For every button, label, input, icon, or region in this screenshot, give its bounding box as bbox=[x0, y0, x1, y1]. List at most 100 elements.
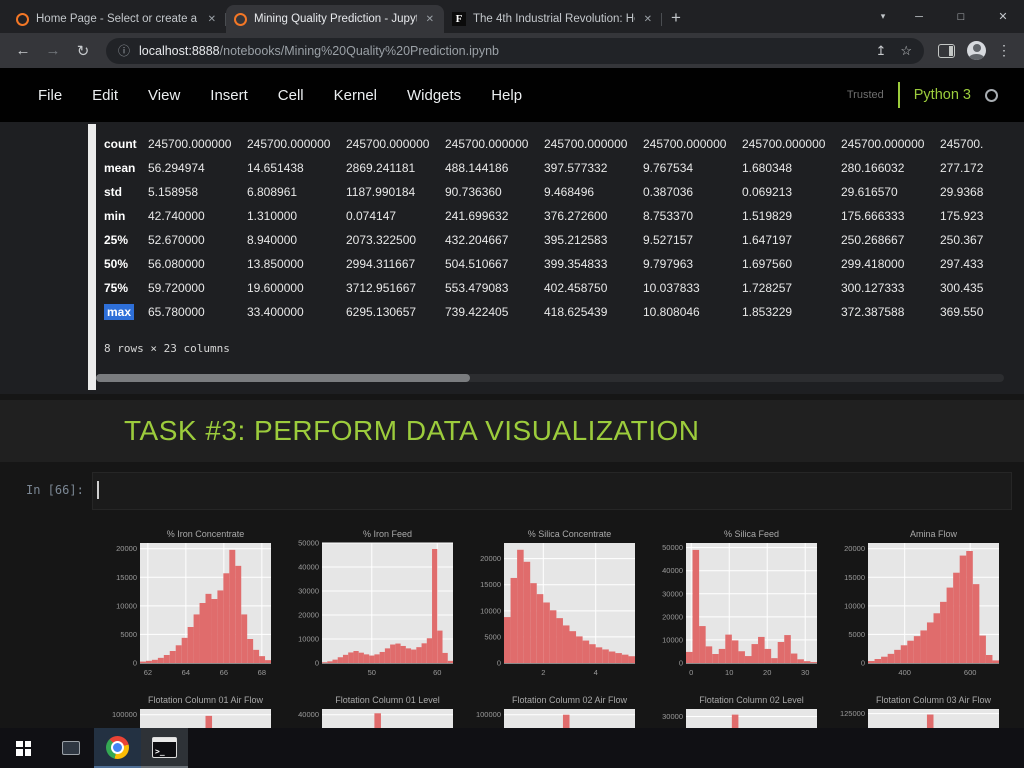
kernel-idle-icon bbox=[985, 89, 998, 102]
table-cell: 418.625439 bbox=[544, 305, 643, 319]
svg-text:100000: 100000 bbox=[476, 710, 501, 719]
table-cell: 59.720000 bbox=[148, 281, 247, 295]
menu-file[interactable]: File bbox=[38, 87, 62, 104]
table-cell: 395.212583 bbox=[544, 233, 643, 247]
table-cell: 3712.951667 bbox=[346, 281, 445, 295]
menu-widgets[interactable]: Widgets bbox=[407, 87, 461, 104]
profile-avatar[interactable] bbox=[967, 41, 986, 60]
table-cell: 250.367 bbox=[940, 233, 1024, 247]
svg-text:4: 4 bbox=[594, 668, 598, 677]
table-cell: 504.510667 bbox=[445, 257, 544, 271]
table-cell: 245700.000000 bbox=[346, 137, 445, 151]
menu-insert[interactable]: Insert bbox=[210, 87, 248, 104]
window-close-button[interactable]: ✕ bbox=[982, 0, 1024, 33]
histogram-subplot: Flotation Column 02 Level010000200003000… bbox=[646, 694, 828, 728]
code-editor[interactable] bbox=[92, 472, 1012, 510]
side-panel-icon[interactable] bbox=[938, 44, 955, 58]
svg-text:0: 0 bbox=[315, 659, 319, 668]
table-cell: 1.647197 bbox=[742, 233, 841, 247]
table-cell: 2073.322500 bbox=[346, 233, 445, 247]
table-cell: 250.268667 bbox=[841, 233, 940, 247]
table-cell: 376.272600 bbox=[544, 209, 643, 223]
svg-text:% Silica Feed: % Silica Feed bbox=[724, 529, 779, 539]
forbes-favicon-icon: F bbox=[452, 12, 466, 26]
chrome-icon bbox=[106, 736, 129, 759]
taskbar-chrome-button[interactable] bbox=[94, 728, 141, 768]
svg-text:20000: 20000 bbox=[480, 554, 501, 563]
menu-kernel[interactable]: Kernel bbox=[334, 87, 377, 104]
menu-view[interactable]: View bbox=[148, 87, 180, 104]
markdown-cell[interactable]: TASK #3: PERFORM DATA VISUALIZATION bbox=[0, 400, 1024, 462]
table-cell: 397.577332 bbox=[544, 161, 643, 175]
tab-close-icon[interactable]: ✕ bbox=[206, 14, 218, 25]
url-path: /notebooks/Mining%20Quality%20Prediction… bbox=[220, 44, 499, 58]
task-view-button[interactable] bbox=[47, 728, 94, 768]
browser-tab-notebook[interactable]: Mining Quality Prediction - Jupyt ✕ bbox=[226, 5, 444, 33]
share-icon[interactable]: ↥ bbox=[875, 43, 886, 59]
horizontal-scrollbar-thumb[interactable] bbox=[96, 374, 470, 382]
taskbar-terminal-button[interactable] bbox=[141, 728, 188, 768]
svg-text:10000: 10000 bbox=[662, 635, 683, 644]
horizontal-scrollbar[interactable] bbox=[96, 374, 1004, 382]
svg-text:50000: 50000 bbox=[298, 539, 319, 548]
browser-menu-icon[interactable]: ⋮ bbox=[994, 42, 1014, 59]
table-cell: 0.074147 bbox=[346, 209, 445, 223]
table-cell: 372.387588 bbox=[841, 305, 940, 319]
svg-text:% Iron Feed: % Iron Feed bbox=[363, 529, 412, 539]
browser-tab-home[interactable]: Home Page - Select or create a n ✕ bbox=[8, 5, 226, 33]
row-label: count bbox=[104, 137, 148, 151]
browser-tab-strip: Home Page - Select or create a n ✕ Minin… bbox=[0, 0, 1024, 33]
table-cell: 245700.000000 bbox=[742, 137, 841, 151]
bookmark-star-icon[interactable]: ☆ bbox=[900, 43, 912, 59]
window-maximize-button[interactable]: □ bbox=[940, 0, 982, 33]
forward-icon[interactable]: → bbox=[40, 42, 66, 59]
menu-help[interactable]: Help bbox=[491, 87, 522, 104]
svg-text:40000: 40000 bbox=[662, 566, 683, 575]
table-cell: 19.600000 bbox=[247, 281, 346, 295]
table-cell: 10.037833 bbox=[643, 281, 742, 295]
svg-text:Flotation Column 03 Air Flow: Flotation Column 03 Air Flow bbox=[876, 695, 992, 705]
histogram-subplot: % Iron Concentrate0500010000150002000062… bbox=[100, 528, 282, 686]
svg-text:600: 600 bbox=[964, 668, 977, 677]
menu-edit[interactable]: Edit bbox=[92, 87, 118, 104]
row-label: 50% bbox=[104, 257, 148, 271]
svg-text:60: 60 bbox=[433, 668, 441, 677]
table-cell: 9.797963 bbox=[643, 257, 742, 271]
output-scrollbar[interactable] bbox=[88, 124, 96, 390]
tab-close-icon[interactable]: ✕ bbox=[424, 14, 436, 25]
table-cell: 1.519829 bbox=[742, 209, 841, 223]
table-row: mean56.29497414.6514382869.241181488.144… bbox=[104, 156, 1024, 180]
table-cell: 10.808046 bbox=[643, 305, 742, 319]
svg-text:% Silica Concentrate: % Silica Concentrate bbox=[528, 529, 612, 539]
table-cell: 399.354833 bbox=[544, 257, 643, 271]
table-cell: 1.310000 bbox=[247, 209, 346, 223]
code-cell[interactable]: In [66]: bbox=[0, 468, 1024, 514]
notebook-content: count245700.000000245700.000000245700.00… bbox=[0, 122, 1024, 728]
svg-text:5000: 5000 bbox=[484, 632, 501, 641]
new-tab-button[interactable]: + bbox=[662, 5, 690, 31]
browser-tab-article[interactable]: F The 4th Industrial Revolution: Ho ✕ bbox=[444, 5, 662, 33]
site-info-icon[interactable]: ⓘ bbox=[118, 42, 130, 59]
window-minimize-button[interactable]: ─ bbox=[898, 0, 940, 33]
menu-cell[interactable]: Cell bbox=[278, 87, 304, 104]
jupyter-favicon-icon bbox=[234, 13, 247, 26]
table-row: 75%59.72000019.6000003712.951667553.4790… bbox=[104, 276, 1024, 300]
tab-title: Home Page - Select or create a n bbox=[36, 13, 199, 25]
text-cursor bbox=[97, 481, 99, 499]
table-cell: 90.736360 bbox=[445, 185, 544, 199]
svg-text:5000: 5000 bbox=[120, 630, 137, 639]
row-label: std bbox=[104, 185, 148, 199]
svg-text:0: 0 bbox=[679, 659, 683, 668]
table-cell: 1.853229 bbox=[742, 305, 841, 319]
start-button[interactable] bbox=[0, 728, 47, 768]
back-icon[interactable]: ← bbox=[10, 42, 36, 59]
tab-search-icon[interactable]: ▾ bbox=[868, 0, 898, 33]
task-heading: TASK #3: PERFORM DATA VISUALIZATION bbox=[124, 415, 700, 447]
tab-close-icon[interactable]: ✕ bbox=[642, 14, 654, 25]
table-cell: 1.680348 bbox=[742, 161, 841, 175]
address-bar[interactable]: ⓘ localhost:8888/notebooks/Mining%20Qual… bbox=[106, 38, 924, 64]
table-cell: 739.422405 bbox=[445, 305, 544, 319]
table-cell: 245700.000000 bbox=[148, 137, 247, 151]
histogram-subplot: Flotation Column 03 Air Flow025000500007… bbox=[828, 694, 1010, 728]
reload-icon[interactable]: ↻ bbox=[70, 42, 96, 60]
